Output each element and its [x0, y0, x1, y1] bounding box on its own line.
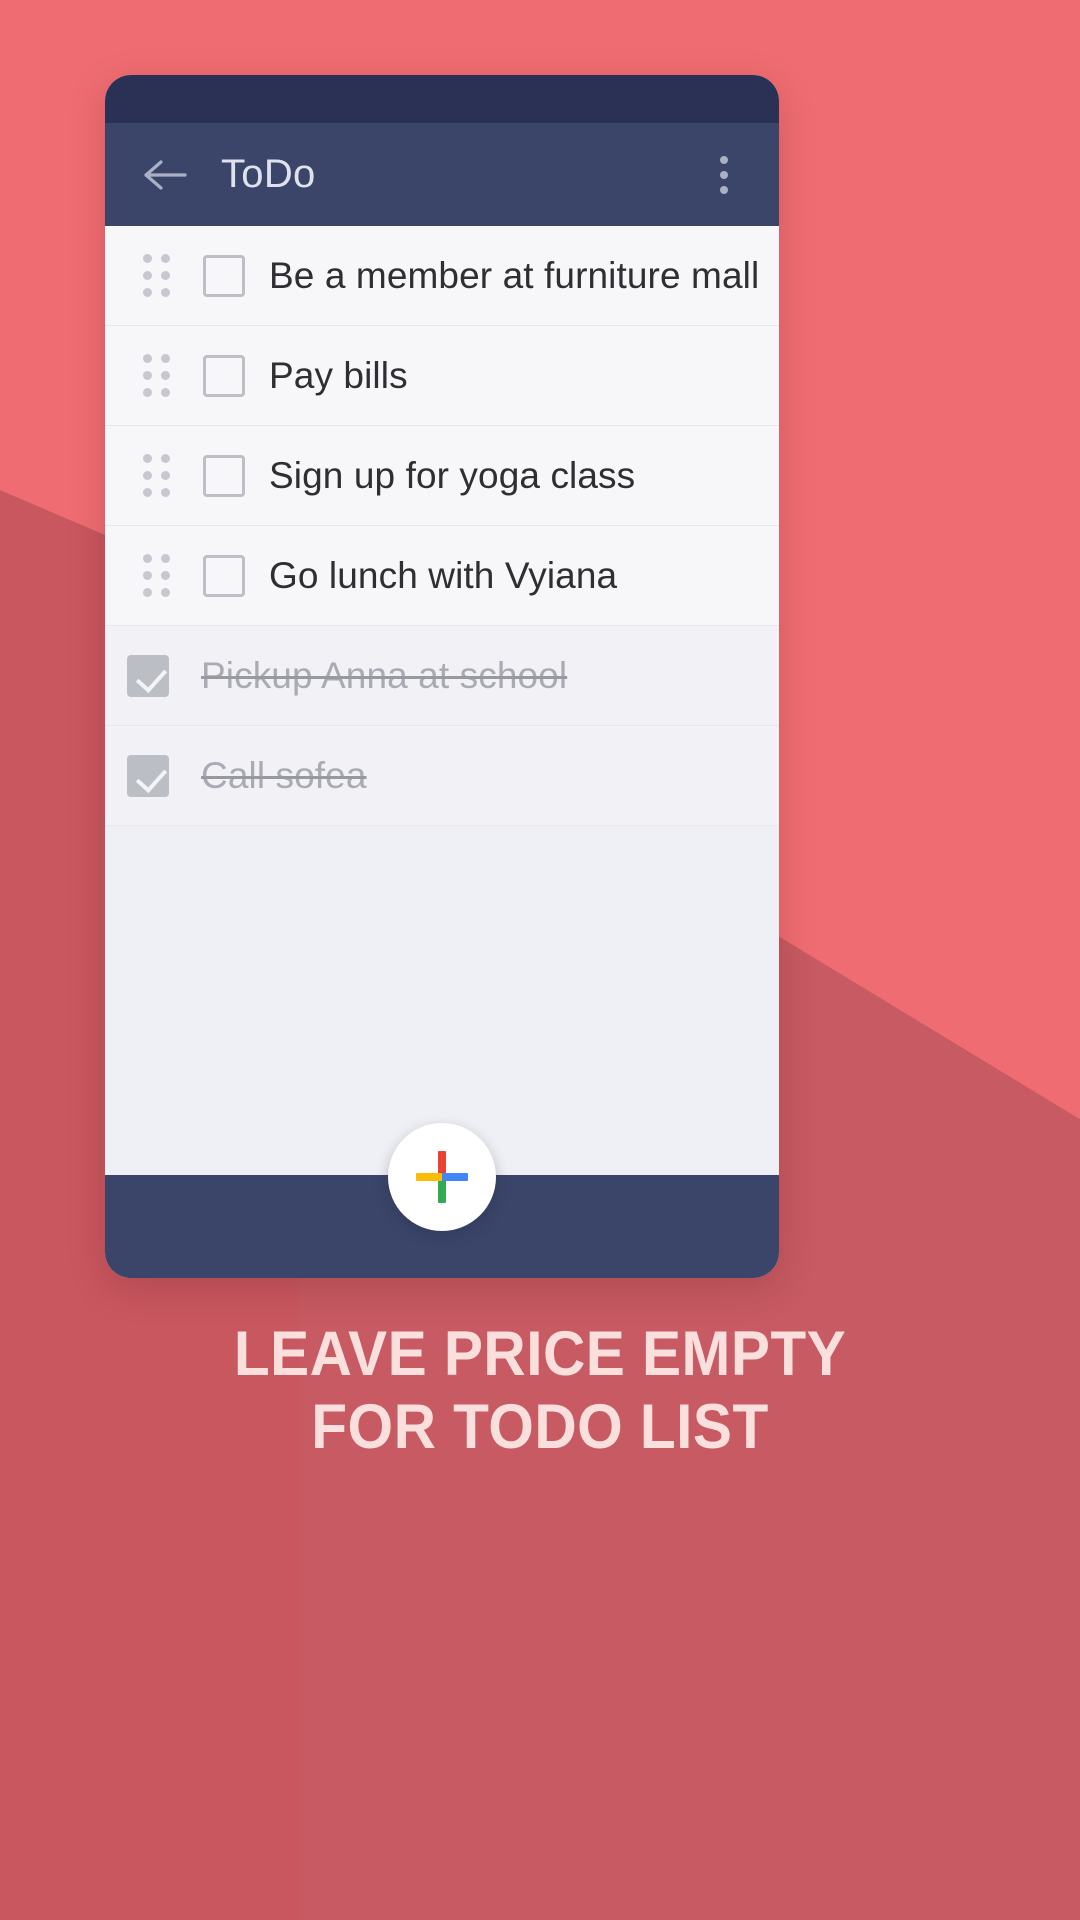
todo-label: Go lunch with Vyiana	[269, 554, 618, 596]
checkbox-unchecked-icon	[203, 454, 245, 497]
drag-handle-icon[interactable]	[127, 350, 185, 402]
drag-handle-dot	[142, 288, 152, 297]
checkbox-unchecked-icon	[203, 354, 245, 397]
drag-handle-dot	[160, 371, 170, 380]
drag-handle-dot	[160, 354, 170, 363]
todo-row[interactable]: Be a member at furniture mall	[105, 226, 779, 326]
drag-handle-dot	[160, 271, 170, 280]
todo-row[interactable]: Pay bills	[105, 326, 779, 426]
drag-handle-dot	[160, 571, 170, 580]
todo-label: Pickup Anna at school	[201, 654, 568, 696]
checkbox-unchecked-icon	[203, 554, 245, 597]
drag-handle-icon[interactable]	[127, 550, 185, 602]
todo-checkbox[interactable]	[105, 754, 191, 797]
todo-row[interactable]: Call sofea	[105, 726, 779, 826]
overflow-menu-button[interactable]	[697, 142, 751, 208]
drag-handle-dot	[160, 588, 170, 597]
plus-icon-arm-left	[416, 1173, 442, 1181]
todo-checkbox[interactable]	[105, 654, 191, 697]
drag-handle-dot	[160, 554, 170, 563]
drag-handle-dot	[142, 271, 152, 280]
drag-handle-icon[interactable]	[127, 450, 185, 502]
promo-background: ToDo Be a member at furniture mall Pay bi…	[0, 0, 1080, 1920]
drag-handle-dot	[142, 588, 152, 597]
drag-handle-dot	[142, 571, 152, 580]
drag-handle-dot	[142, 488, 152, 497]
app-toolbar: ToDo	[105, 123, 779, 226]
drag-handle-dot	[142, 388, 152, 397]
checkbox-checked-icon	[127, 754, 169, 797]
todo-checkbox[interactable]	[185, 454, 263, 497]
promo-caption-line-2: FOR TODO LIST	[311, 1392, 769, 1463]
checkbox-checked-icon	[127, 654, 169, 697]
todo-checkbox[interactable]	[185, 554, 263, 597]
promo-caption-line-1: LEAVE PRICE EMPTY	[233, 1319, 847, 1389]
phone-screenshot: ToDo Be a member at furniture mall Pay bi…	[105, 75, 779, 1278]
drag-handle-dot	[160, 488, 170, 497]
checkbox-unchecked-icon	[203, 254, 245, 297]
todo-checkbox[interactable]	[185, 254, 263, 297]
plus-icon	[414, 1149, 470, 1205]
drag-handle-dot	[142, 471, 152, 480]
plus-icon-arm-right	[442, 1173, 468, 1181]
promo-caption: LEAVE PRICE EMPTY FOR TODO LIST	[38, 1318, 1042, 1464]
page-title: ToDo	[221, 152, 316, 196]
todo-label: Call sofea	[201, 754, 367, 796]
back-button[interactable]	[137, 147, 193, 203]
todo-row[interactable]: Sign up for yoga class	[105, 426, 779, 526]
todo-list: Be a member at furniture mall Pay bills Si…	[105, 226, 779, 826]
add-task-fab[interactable]	[388, 1123, 496, 1231]
todo-label: Be a member at furniture mall	[269, 254, 760, 296]
drag-handle-dot	[160, 288, 170, 297]
todo-row[interactable]: Pickup Anna at school	[105, 626, 779, 726]
drag-handle-dot	[160, 388, 170, 397]
more-vertical-icon-dot-2	[720, 170, 728, 179]
drag-handle-dot	[142, 354, 152, 363]
drag-handle-dot	[160, 254, 170, 263]
drag-handle-dot	[160, 471, 170, 480]
todo-checkbox[interactable]	[185, 354, 263, 397]
todo-label: Pay bills	[269, 354, 408, 396]
status-bar	[105, 75, 779, 123]
more-vertical-icon-dot-1	[720, 155, 728, 164]
todo-label: Sign up for yoga class	[269, 454, 636, 496]
drag-handle-dot	[142, 554, 152, 563]
drag-handle-dot	[142, 371, 152, 380]
drag-handle-dot	[160, 454, 170, 463]
more-vertical-icon-dot-3	[720, 185, 728, 194]
drag-handle-icon[interactable]	[127, 250, 185, 302]
drag-handle-dot	[142, 254, 152, 263]
drag-handle-dot	[142, 454, 152, 463]
todo-row[interactable]: Go lunch with Vyiana	[105, 526, 779, 626]
arrow-left-icon	[143, 158, 187, 192]
